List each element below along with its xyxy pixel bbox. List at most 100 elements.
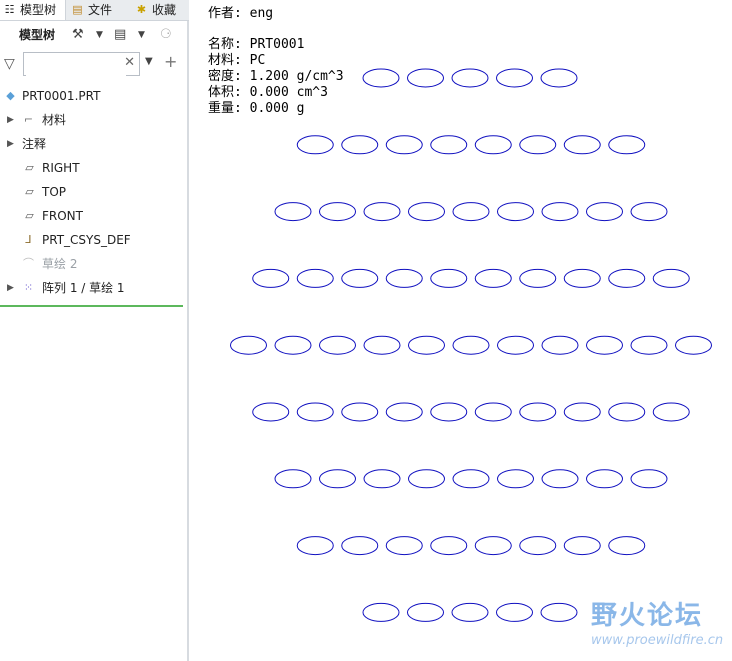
pattern-ellipse xyxy=(541,202,579,222)
pattern-ellipse xyxy=(630,335,668,355)
chevron-down-icon[interactable]: ▼ xyxy=(145,56,153,67)
search-input[interactable] xyxy=(26,54,126,76)
search-box: ✕ xyxy=(23,52,140,76)
tree-item-annotations[interactable]: ▶ 注释 xyxy=(0,133,185,155)
pattern-ellipse xyxy=(407,602,444,622)
pattern-ellipse xyxy=(675,335,712,355)
pattern-ellipse xyxy=(408,335,445,355)
expand-arrow-icon[interactable]: ▶ xyxy=(7,133,14,155)
tree-item-material[interactable]: ▶ ⌐ 材料 xyxy=(0,109,185,131)
insert-here-marker[interactable] xyxy=(0,305,183,307)
pattern-ellipse xyxy=(497,469,534,489)
pattern-ellipse xyxy=(519,536,557,556)
pattern-ellipse xyxy=(408,202,445,222)
pattern-ellipse xyxy=(296,268,334,288)
pattern-ellipse xyxy=(252,268,290,288)
pattern-ellipse xyxy=(341,536,379,556)
pattern-ellipse xyxy=(385,402,423,422)
pattern-ellipse xyxy=(586,335,623,355)
watermark-url: www.proewildfire.cn xyxy=(591,633,724,648)
tab-model-tree[interactable]: ☷ 模型树 xyxy=(0,0,66,20)
plus-icon[interactable]: + xyxy=(164,52,177,71)
pattern-ellipse xyxy=(451,68,489,88)
tree-item-label: PRT0001.PRT xyxy=(22,89,101,103)
pattern-ellipse xyxy=(430,536,468,556)
pattern-ellipse xyxy=(274,469,312,489)
pattern-ellipse xyxy=(407,68,444,88)
tab-favorites[interactable]: ✱ 收藏 xyxy=(132,0,189,20)
pattern-ellipse xyxy=(541,335,579,355)
pattern-ellipse xyxy=(341,268,379,288)
pattern-ellipse xyxy=(341,402,379,422)
tree-item-pattern[interactable]: ▶ ⁙ 阵列 1 / 草绘 1 xyxy=(0,277,185,299)
pattern-ellipse xyxy=(363,335,401,355)
expand-arrow-icon[interactable]: ▶ xyxy=(7,109,14,131)
pattern-ellipse xyxy=(452,202,490,222)
pattern-ellipse xyxy=(540,68,578,88)
filter-view-icon[interactable]: ⚆ xyxy=(160,25,172,45)
pattern-ellipse xyxy=(541,469,579,489)
chevron-down-icon[interactable]: ▼ xyxy=(138,25,145,45)
panel-tabs: ☷ 模型树 ▤ 文件 ✱ 收藏 xyxy=(0,0,189,21)
pattern-ellipse xyxy=(630,469,668,489)
pattern-ellipse xyxy=(274,335,312,355)
pattern-ellipse xyxy=(563,268,601,288)
tab-label: 文件 xyxy=(88,3,113,17)
folder-icon: ▤ xyxy=(72,3,83,16)
pattern-ellipse xyxy=(274,202,312,222)
pattern-ellipse xyxy=(608,268,646,288)
tree-item-label: 材料 xyxy=(42,113,67,127)
pattern-ellipse xyxy=(363,202,401,222)
tab-label: 模型树 xyxy=(20,3,57,17)
tree-item-label: FRONT xyxy=(42,209,83,223)
tree-item-csys[interactable]: ⅃ PRT_CSYS_DEF xyxy=(0,229,185,251)
pattern-ellipse xyxy=(319,335,356,355)
favorites-icon: ✱ xyxy=(136,3,147,16)
pattern-ellipse xyxy=(362,68,400,88)
pattern-ellipse xyxy=(474,402,512,422)
tab-files[interactable]: ▤ 文件 xyxy=(68,0,130,20)
settings-tools-icon[interactable]: ⚒ xyxy=(72,25,84,45)
tree-item-part[interactable]: ◆ PRT0001.PRT xyxy=(0,85,185,107)
tree-item-label: PRT_CSYS_DEF xyxy=(42,233,131,247)
close-icon[interactable]: ✕ xyxy=(124,55,135,70)
tree-item-right[interactable]: ▱ RIGHT xyxy=(0,157,185,179)
pattern-ellipse xyxy=(341,135,379,155)
watermark-logo: 野火论坛 xyxy=(591,601,704,631)
tree-item-sketch2[interactable]: ⌒ 草绘 2 xyxy=(0,253,185,275)
pattern-ellipse xyxy=(252,402,290,422)
expand-arrow-icon[interactable]: ▶ xyxy=(7,277,14,299)
pattern-ellipse xyxy=(608,402,646,422)
pattern-ellipse xyxy=(319,202,356,222)
pattern-ellipse xyxy=(608,536,646,556)
pattern-ellipse xyxy=(408,469,445,489)
tree-item-label: 阵列 1 / 草绘 1 xyxy=(42,281,125,295)
show-menu-icon[interactable]: ▤ xyxy=(114,25,126,45)
tree-item-label: 注释 xyxy=(22,137,47,151)
tree-item-front[interactable]: ▱ FRONT xyxy=(0,205,185,227)
pattern-ellipse xyxy=(474,536,512,556)
chevron-down-icon[interactable]: ▼ xyxy=(96,25,103,45)
pattern-ellipse xyxy=(496,68,533,88)
search-row: ▽ ✕ ▼ + xyxy=(0,50,189,78)
pattern-ellipse xyxy=(451,602,489,622)
pattern-ellipse xyxy=(296,536,334,556)
pattern-ellipse xyxy=(497,335,534,355)
part-icon: ◆ xyxy=(6,89,15,102)
pattern-ellipse xyxy=(474,135,512,155)
pattern-ellipse xyxy=(362,602,400,622)
pattern-ellipse xyxy=(497,202,534,222)
pattern-ellipse xyxy=(496,602,533,622)
tree-item-label: 草绘 2 xyxy=(42,257,78,271)
ellipse-pattern xyxy=(230,68,712,622)
tree-item-top[interactable]: ▱ TOP xyxy=(0,181,185,203)
pattern-ellipse xyxy=(385,268,423,288)
pattern-ellipse xyxy=(563,135,601,155)
pattern-ellipse xyxy=(519,402,557,422)
model-tree-panel: ☷ 模型树 ▤ 文件 ✱ 收藏 模型树 ⚒ ▼ ▤ ▼ ⚆ ▽ ✕ ▼ + ◆ … xyxy=(0,0,189,661)
pattern-ellipse xyxy=(563,402,601,422)
filter-icon[interactable]: ▽ xyxy=(4,56,15,72)
drawing-canvas[interactable]: 作者: eng 名称: PRT0001 材料: PC 密度: 1.200 g/c… xyxy=(191,0,732,661)
pattern-ellipse xyxy=(608,135,646,155)
datum-plane-icon: ▱ xyxy=(25,185,34,198)
